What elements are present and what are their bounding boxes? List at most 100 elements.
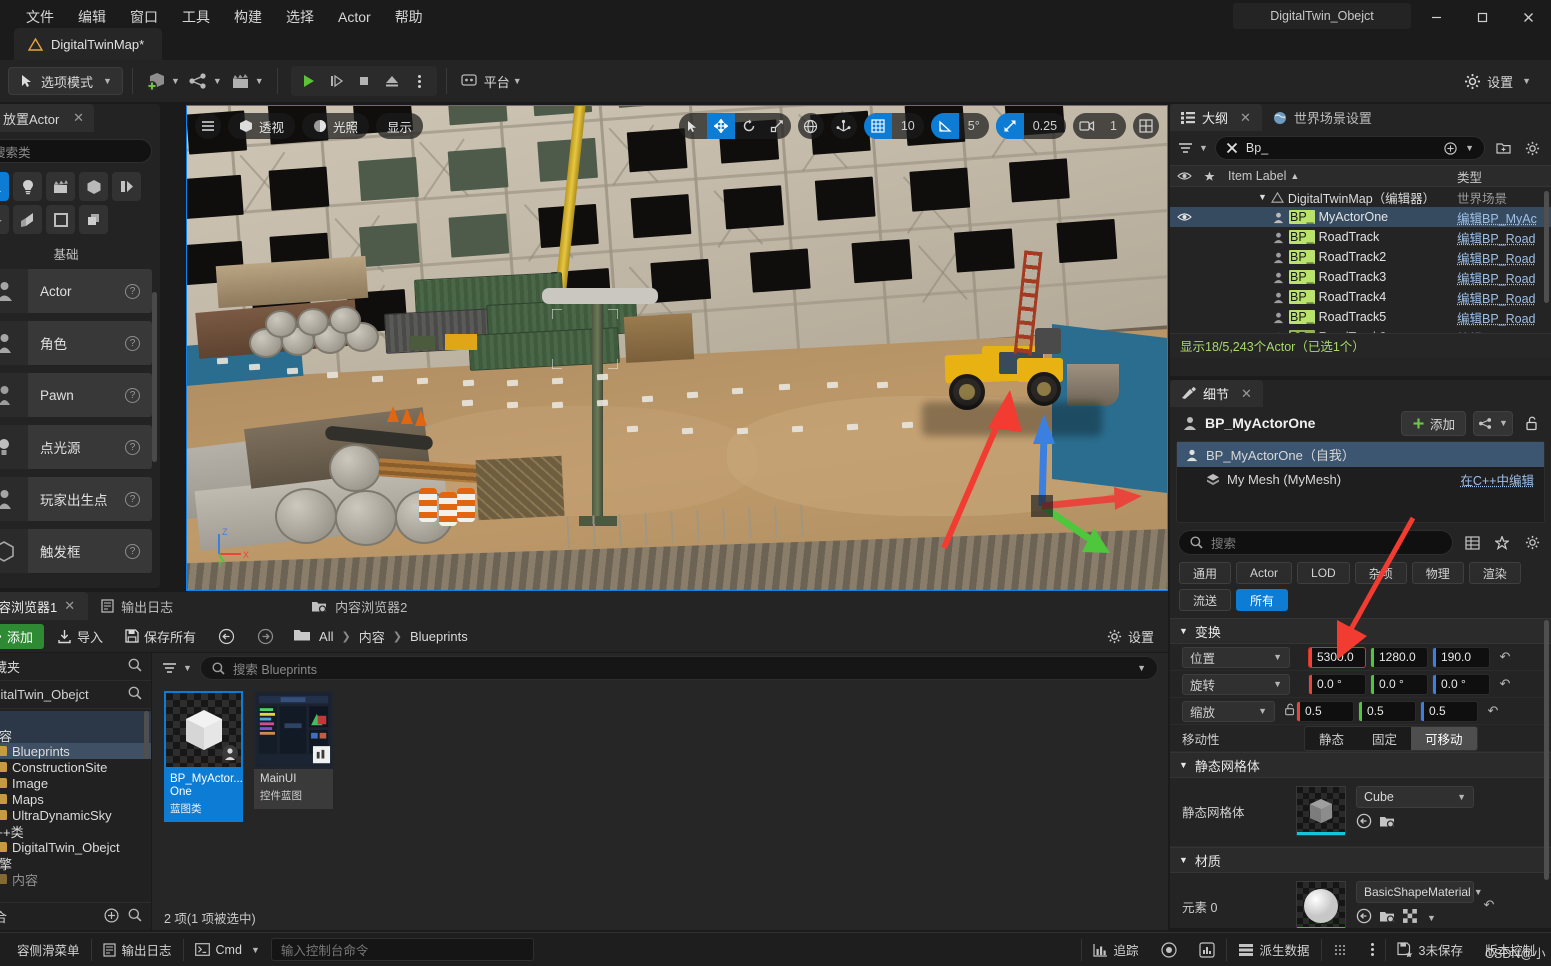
eject-button[interactable] — [379, 68, 405, 94]
use-selected-asset-icon[interactable] — [1356, 813, 1372, 832]
location-y-input[interactable]: 1280.0 — [1370, 647, 1428, 668]
details-favorites-button[interactable] — [1491, 532, 1513, 554]
place-actors-tab[interactable]: 放置Actor ✕ — [0, 104, 94, 132]
status-cmd-selector[interactable]: Cmd ▼ — [184, 933, 271, 966]
status-output-log[interactable]: 输出日志 — [92, 933, 183, 966]
content-import-button[interactable]: 导入 — [48, 624, 112, 649]
row-visibility-toggle[interactable] — [1170, 212, 1198, 222]
status-grid-button[interactable] — [1322, 933, 1360, 966]
open-blueprint-button[interactable]: ▼ — [1473, 411, 1513, 436]
close-icon[interactable]: ✕ — [73, 110, 84, 126]
content-save-all-button[interactable]: 保存所有 — [116, 624, 205, 649]
asset-filter-button[interactable]: ▼ — [162, 662, 192, 674]
content-browser-settings-button[interactable]: 设置 — [1107, 627, 1160, 646]
place-actors-search-input[interactable]: 搜索类 — [0, 139, 152, 163]
scale-tool-button[interactable] — [763, 113, 791, 139]
outliner-row-type[interactable]: 编辑BP_Road — [1451, 288, 1551, 307]
mobility-stationary[interactable]: 固定 — [1358, 727, 1411, 750]
chip-lod[interactable]: LOD — [1297, 562, 1350, 584]
scale-snap-toggle[interactable] — [996, 113, 1024, 139]
status-trace-record-button[interactable] — [1150, 933, 1188, 966]
coordinate-system-button[interactable] — [798, 113, 824, 139]
place-actor-item-pawn[interactable]: Pawn ? — [0, 373, 152, 417]
mobility-movable[interactable]: 可移动 — [1411, 727, 1477, 750]
surface-snapping-button[interactable] — [831, 113, 857, 139]
status-trace-button[interactable]: 追踪 — [1082, 933, 1150, 966]
category-volumes[interactable] — [0, 205, 9, 234]
search-icon[interactable] — [128, 908, 142, 925]
content-back-button[interactable] — [209, 624, 244, 649]
outliner-filter-button[interactable]: ▼ — [1178, 142, 1208, 154]
tree-node-digitaltwin-obejct[interactable]: DigitalTwin_Obejct — [0, 839, 151, 855]
edit-in-cpp-link[interactable]: 在C++中编辑 — [1460, 470, 1534, 489]
tree-node-all[interactable]: All — [0, 711, 151, 727]
tab-content-browser-2[interactable]: 内容浏览器2 — [298, 592, 420, 620]
camera-speed-value[interactable]: 1 — [1101, 113, 1126, 139]
column-favorite-icon[interactable] — [1198, 171, 1220, 182]
select-tool-button[interactable] — [679, 113, 707, 139]
tree-node-cpp-classes[interactable]: C++类 — [0, 823, 151, 839]
column-visibility-icon[interactable] — [1170, 171, 1198, 181]
favorites-section[interactable]: 收藏夹 — [0, 653, 151, 681]
viewport-view-mode-button[interactable]: 透视 — [228, 113, 295, 139]
chip-all[interactable]: 所有 — [1236, 589, 1288, 611]
stop-button[interactable] — [351, 68, 377, 94]
lock-details-button[interactable] — [1520, 411, 1544, 436]
scale-z-input[interactable]: 0.5 — [1420, 701, 1478, 722]
mobility-static[interactable]: 静态 — [1305, 727, 1358, 750]
blueprints-button[interactable]: ▼ — [184, 66, 226, 96]
category-shapes[interactable] — [79, 172, 108, 201]
outliner-new-folder-button[interactable] — [1492, 137, 1514, 159]
location-z-input[interactable]: 190.0 — [1432, 647, 1490, 668]
tree-node-content[interactable]: 内容 — [0, 727, 151, 743]
scale-dropdown[interactable]: 缩放 ▼ — [1182, 701, 1275, 722]
status-derived-data-button[interactable]: 派生数据 — [1227, 933, 1321, 966]
close-icon[interactable]: ✕ — [1241, 386, 1252, 402]
component-row-self[interactable]: BP_MyActorOne（自我） — [1177, 442, 1544, 467]
material-dropdown[interactable]: BasicShapeMaterial ▼ — [1356, 881, 1474, 903]
tree-node-blueprints[interactable]: Blueprints — [0, 743, 151, 759]
location-x-input[interactable]: 5300.0 — [1308, 647, 1366, 668]
details-settings-button[interactable] — [1521, 532, 1543, 554]
outliner-row-type[interactable]: 编辑BP_Road — [1451, 248, 1551, 267]
menu-actor[interactable]: Actor — [326, 4, 383, 30]
content-add-button[interactable]: 添加 — [0, 624, 44, 649]
category-visual-effects[interactable] — [112, 172, 141, 201]
category-transform[interactable]: ▼ 变换 — [1170, 618, 1551, 644]
rotate-tool-button[interactable] — [735, 113, 763, 139]
angle-snap-toggle[interactable] — [931, 113, 959, 139]
material-options-icon[interactable] — [1403, 909, 1417, 926]
place-actors-scrollbar[interactable] — [152, 292, 157, 462]
scale-reset-button[interactable]: ↶ — [1482, 703, 1504, 719]
add-component-button[interactable]: 添加 — [1401, 411, 1466, 436]
chip-physics[interactable]: 物理 — [1412, 562, 1464, 584]
location-dropdown[interactable]: 位置 ▼ — [1182, 647, 1290, 668]
platforms-button[interactable]: 平台 ▼ — [456, 66, 526, 96]
breadcrumb-all[interactable]: All — [319, 629, 333, 644]
details-columns-button[interactable] — [1461, 532, 1483, 554]
outliner-row-type[interactable]: 编辑BP_MyAc — [1451, 208, 1551, 227]
play-button[interactable] — [295, 68, 321, 94]
viewport-show-button[interactable]: 显示 — [376, 113, 423, 139]
breadcrumb-content[interactable]: 内容 — [359, 627, 385, 646]
tab-world-settings[interactable]: 世界场景设置 — [1262, 104, 1383, 131]
help-icon[interactable]: ? — [125, 544, 140, 559]
viewport-layout-button[interactable] — [1133, 113, 1159, 139]
outliner-row-bp-roadtrack6[interactable]: BP_ RoadTrack6 编辑BP_Road — [1170, 327, 1551, 333]
select-mode-button[interactable]: 选项模式 ▼ — [8, 67, 123, 95]
outliner-row-bp-roadtrack2[interactable]: BP_ RoadTrack2 编辑BP_Road — [1170, 247, 1551, 267]
play-options-button[interactable] — [407, 68, 433, 94]
tree-node-image[interactable]: Image — [0, 775, 151, 791]
close-icon[interactable]: ✕ — [64, 598, 75, 614]
scale-x-input[interactable]: 0.5 — [1296, 701, 1354, 722]
outliner-row-bp-roadtrack5[interactable]: BP_ RoadTrack5 编辑BP_Road — [1170, 307, 1551, 327]
status-stats-button[interactable] — [1188, 933, 1226, 966]
outliner-row-bp-myactorone[interactable]: BP_ MyActorOne 编辑BP_MyAc — [1170, 207, 1551, 227]
outliner-row-bp-roadtrack[interactable]: BP_ RoadTrack 编辑BP_Road — [1170, 227, 1551, 247]
status-more-button[interactable] — [1360, 933, 1385, 966]
tab-outliner[interactable]: 大纲 ✕ — [1170, 104, 1262, 131]
details-scrollbar[interactable] — [1544, 620, 1549, 880]
help-icon[interactable]: ? — [125, 336, 140, 351]
chip-streaming[interactable]: 流送 — [1179, 589, 1231, 611]
scale-snap-value[interactable]: 0.25 — [1024, 113, 1066, 139]
